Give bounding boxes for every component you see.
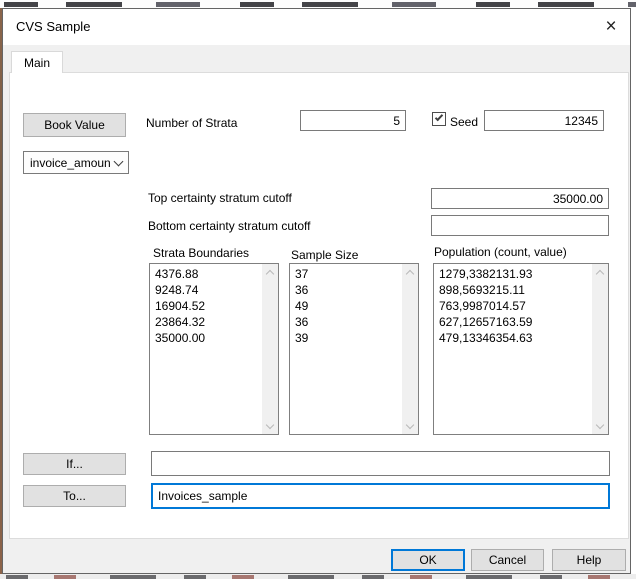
list-item[interactable]: 4376.88 xyxy=(155,266,261,282)
cvs-sample-dialog: CVS Sample × Main Book Value invoice_amo… xyxy=(2,8,631,574)
scrollbar[interactable] xyxy=(262,264,278,434)
chevron-down-icon xyxy=(266,420,274,428)
number-of-strata-input[interactable] xyxy=(300,110,406,131)
scrollbar[interactable] xyxy=(592,264,608,434)
chevron-down-icon xyxy=(406,420,414,428)
population-list[interactable]: 1279,3382131.93 898,5693215.11 763,99870… xyxy=(433,263,609,435)
seed-checkbox[interactable] xyxy=(432,112,446,126)
scroll-down-button[interactable] xyxy=(592,418,608,434)
dialog-titlebar[interactable]: CVS Sample × xyxy=(3,9,630,45)
scroll-down-button[interactable] xyxy=(402,418,418,434)
to-input[interactable] xyxy=(151,483,610,509)
number-of-strata-label: Number of Strata xyxy=(146,116,237,130)
list-item[interactable]: 1279,3382131.93 xyxy=(439,266,591,282)
list-item[interactable]: 36 xyxy=(295,314,401,330)
chevron-up-icon xyxy=(266,270,274,278)
sample-size-list[interactable]: 37 36 49 36 39 xyxy=(289,263,419,435)
background-window-top-fragment xyxy=(0,0,636,8)
seed-input[interactable] xyxy=(484,110,604,131)
list-item[interactable]: 898,5693215.11 xyxy=(439,282,591,298)
strata-boundaries-label: Strata Boundaries xyxy=(153,246,249,260)
scroll-down-button[interactable] xyxy=(262,418,278,434)
list-item[interactable]: 9248.74 xyxy=(155,282,261,298)
top-cutoff-input[interactable] xyxy=(431,188,609,209)
tab-main[interactable]: Main xyxy=(11,51,63,73)
list-item[interactable]: 49 xyxy=(295,298,401,314)
scroll-up-button[interactable] xyxy=(402,264,418,280)
background-window-bottom-fragment xyxy=(0,574,636,579)
chevron-up-icon xyxy=(596,270,604,278)
list-item[interactable]: 763,9987014.57 xyxy=(439,298,591,314)
field-select-value: invoice_amoun xyxy=(30,156,115,170)
strata-boundaries-list[interactable]: 4376.88 9248.74 16904.52 23864.32 35000.… xyxy=(149,263,279,435)
list-item[interactable]: 36 xyxy=(295,282,401,298)
cancel-button[interactable]: Cancel xyxy=(471,549,544,571)
list-item[interactable]: 16904.52 xyxy=(155,298,261,314)
if-input[interactable] xyxy=(151,451,610,476)
if-button[interactable]: If... xyxy=(23,453,126,475)
tab-page-main: Book Value invoice_amoun Number of Strat… xyxy=(9,72,629,539)
book-value-button[interactable]: Book Value xyxy=(23,113,126,137)
list-item[interactable]: 23864.32 xyxy=(155,314,261,330)
scroll-up-button[interactable] xyxy=(592,264,608,280)
close-button[interactable]: × xyxy=(596,12,626,42)
dialog-title: CVS Sample xyxy=(16,19,90,34)
help-button[interactable]: Help xyxy=(552,549,626,571)
chevron-down-icon xyxy=(596,420,604,428)
list-item[interactable]: 479,13346354.63 xyxy=(439,330,591,346)
top-cutoff-label: Top certainty stratum cutoff xyxy=(148,191,292,205)
chevron-up-icon xyxy=(406,270,414,278)
list-item[interactable]: 627,12657163.59 xyxy=(439,314,591,330)
list-item[interactable]: 35000.00 xyxy=(155,330,261,346)
list-item[interactable]: 39 xyxy=(295,330,401,346)
list-item[interactable]: 37 xyxy=(295,266,401,282)
chevron-down-icon xyxy=(114,156,124,166)
ok-button[interactable]: OK xyxy=(391,549,465,571)
scroll-up-button[interactable] xyxy=(262,264,278,280)
sample-size-label: Sample Size xyxy=(291,248,358,262)
seed-label: Seed xyxy=(450,115,478,129)
close-icon: × xyxy=(605,16,616,38)
check-icon xyxy=(435,113,443,122)
bottom-cutoff-label: Bottom certainty stratum cutoff xyxy=(148,219,311,233)
population-label: Population (count, value) xyxy=(434,245,567,259)
scrollbar[interactable] xyxy=(402,264,418,434)
dialog-client-area: Main Book Value invoice_amoun Number of … xyxy=(3,45,630,573)
field-select[interactable]: invoice_amoun xyxy=(23,151,129,174)
bottom-cutoff-input[interactable] xyxy=(431,215,609,236)
to-button[interactable]: To... xyxy=(23,485,126,507)
